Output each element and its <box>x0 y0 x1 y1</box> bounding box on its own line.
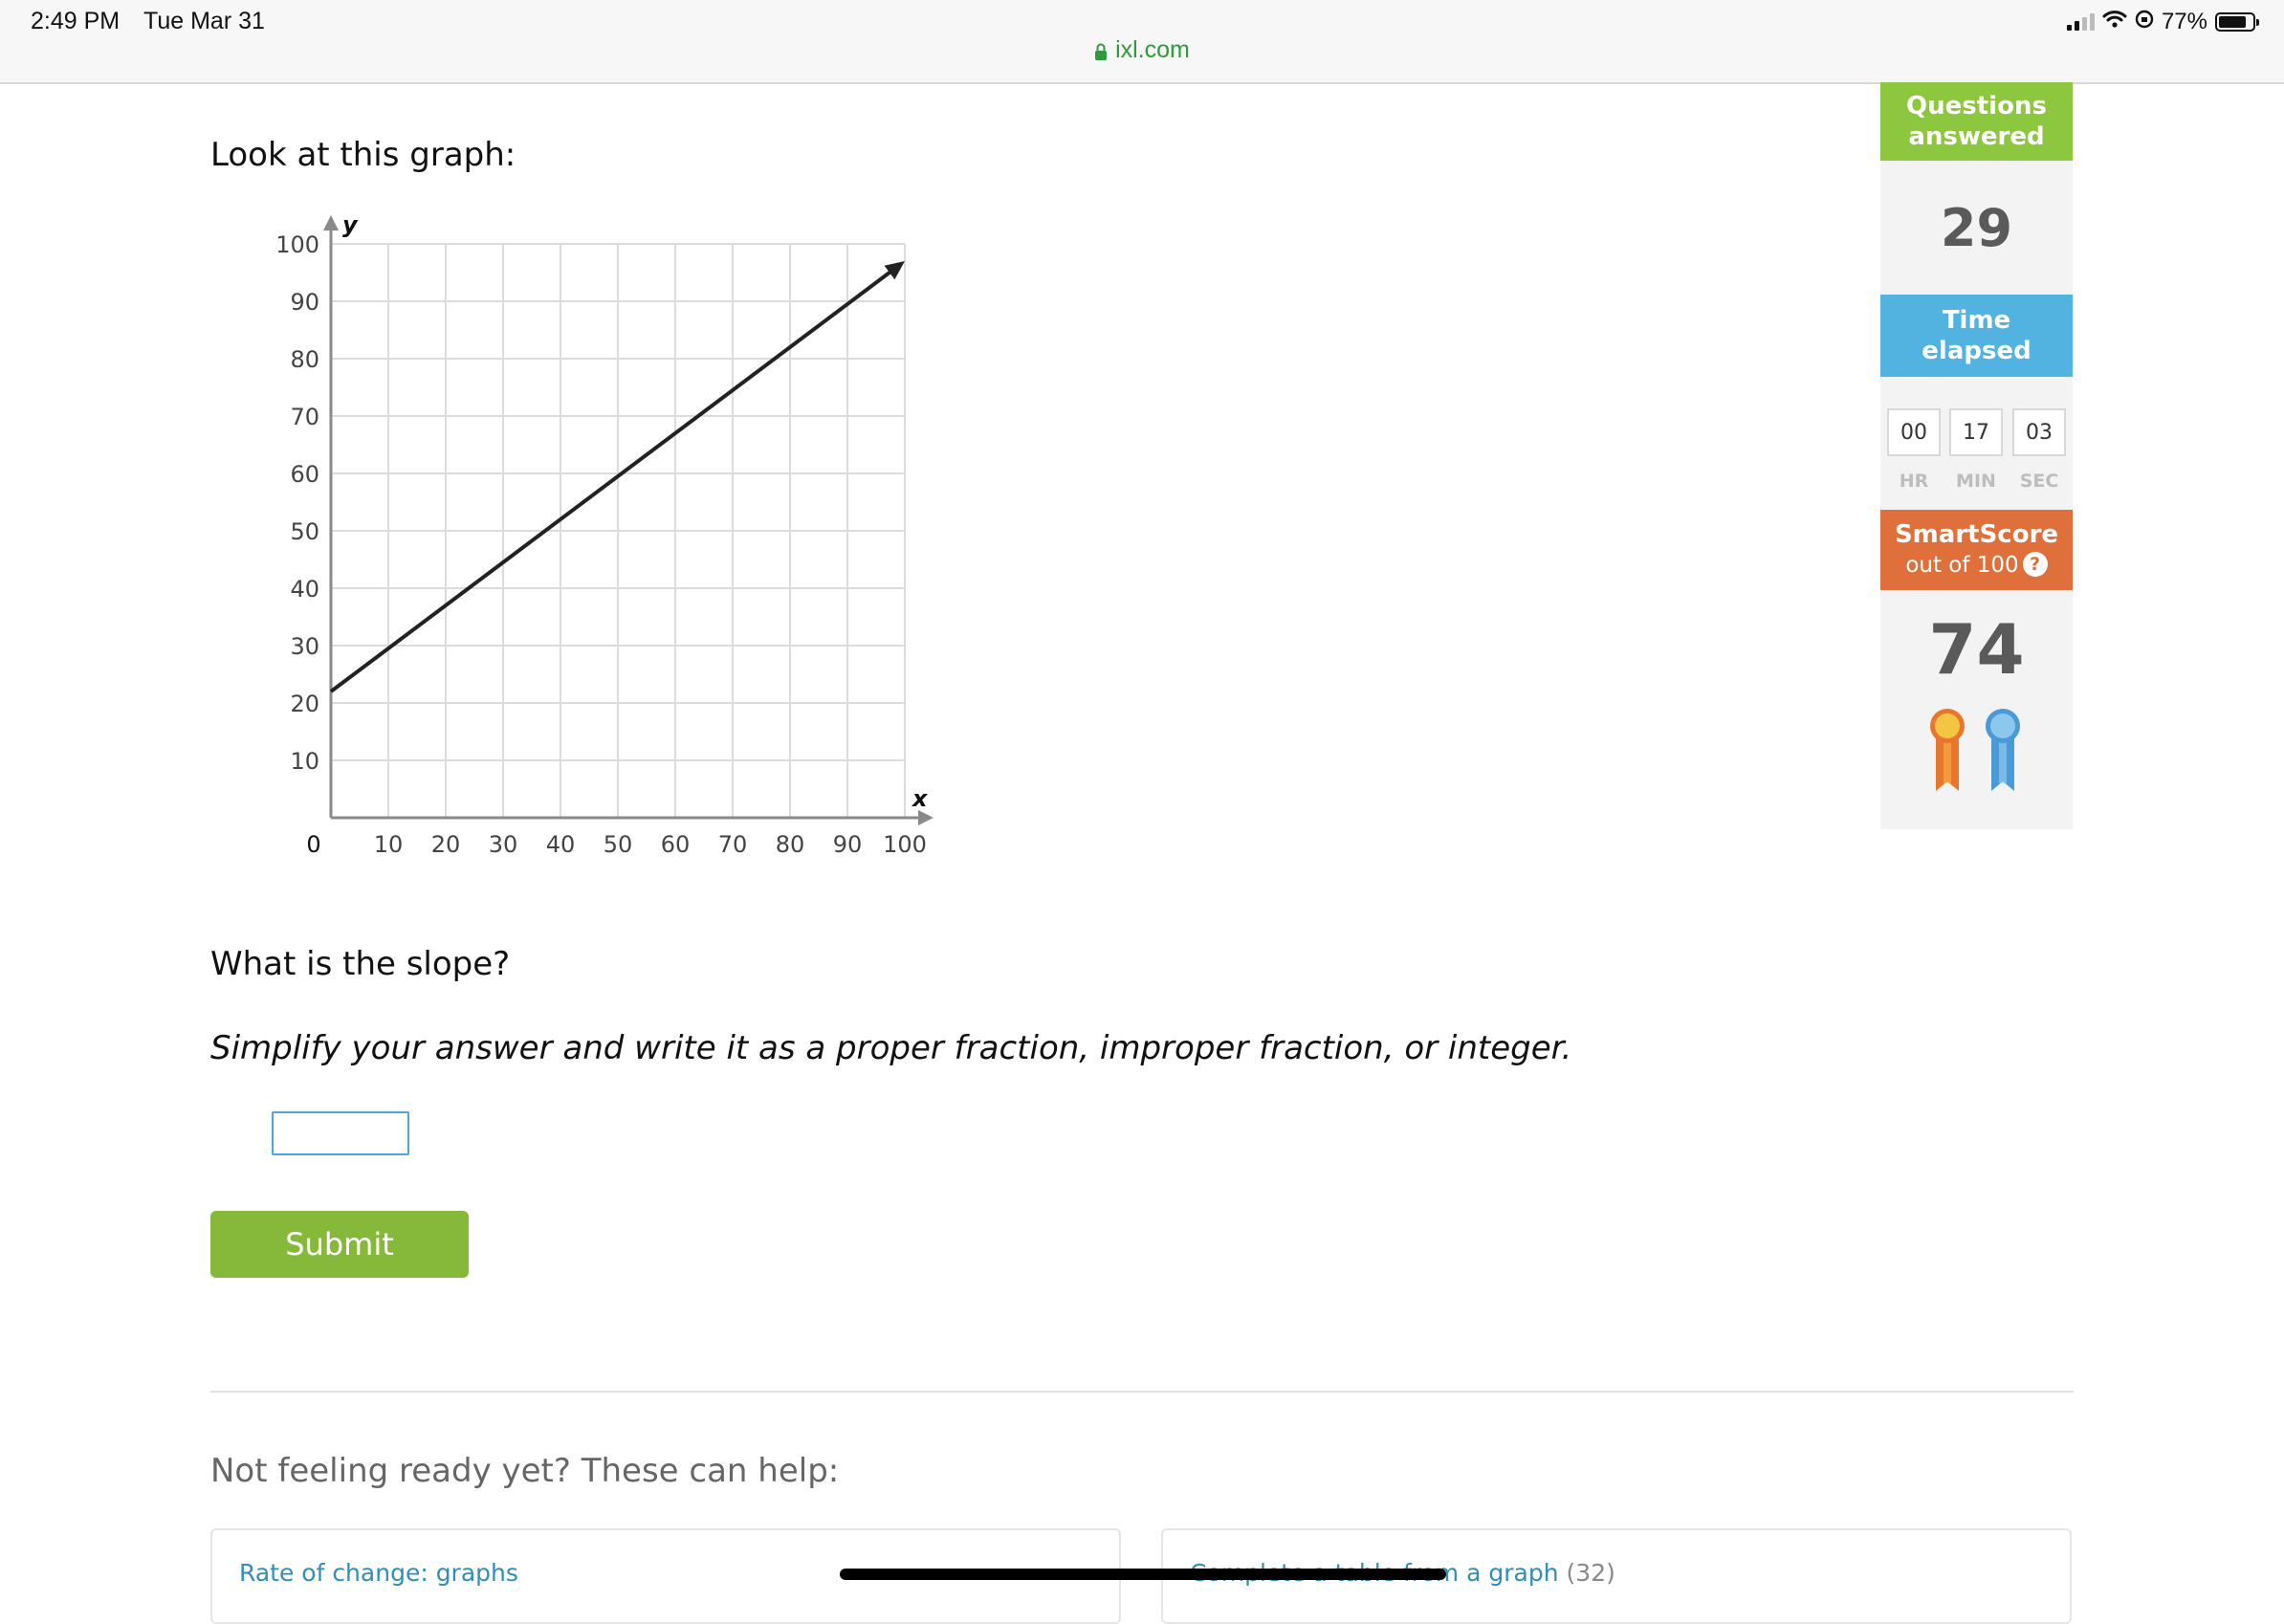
series-arrow-head <box>884 261 905 280</box>
y-tick-label: 90 <box>290 289 319 316</box>
status-indicators: 77% <box>2066 8 2259 36</box>
time-hours: 00 <box>1887 408 1941 456</box>
smartscore-value: 74 <box>1928 609 2025 690</box>
x-tick-label: 80 <box>776 831 805 858</box>
x-tick-label: 40 <box>546 831 576 858</box>
questions-answered-header: Questions answered <box>1880 82 2073 161</box>
line-graph: yx 10 20 30 40 50 60 70 80 90 1001020304050607080… <box>275 211 933 858</box>
time-elapsed-header: Time elapsed <box>1880 295 2073 377</box>
questions-answered-label-line2: answered <box>1908 122 2045 151</box>
y-tick-label: 20 <box>290 691 319 717</box>
wifi-icon <box>2102 9 2127 35</box>
time-elapsed-label-line1: Time <box>1942 306 2011 335</box>
y-tick-label: 80 <box>290 346 319 373</box>
y-tick-label: 100 <box>275 231 319 258</box>
battery-percent: 77% <box>2161 9 2207 34</box>
x-tick-label: 90 <box>833 831 863 858</box>
x-tick-label: 70 <box>718 831 748 858</box>
questions-answered-value: 29 <box>1880 161 2073 295</box>
y-axis-label: y <box>342 211 359 238</box>
orange-ribbon-icon <box>1930 709 1965 791</box>
home-indicator <box>840 1569 1446 1580</box>
answer-instruction: Simplify your answer and write it as a p… <box>210 1029 1572 1067</box>
time-minutes: 17 <box>1949 408 2003 456</box>
time-unit-min: MIN <box>1956 471 1996 492</box>
smartscore-header: SmartScore out of 100? <box>1880 510 2073 590</box>
lock-icon <box>1094 39 1108 67</box>
x-tick-label: 10 <box>374 831 404 858</box>
question-text: What is the slope? <box>210 945 511 983</box>
section-divider <box>210 1391 2074 1393</box>
x-tick-label: 50 <box>604 831 633 858</box>
x-tick-label: 20 <box>431 831 461 858</box>
smartscore-sublabel: out of 100 <box>1905 553 2019 578</box>
x-axis-label: x <box>911 785 929 812</box>
x-tick-label: 100 <box>883 831 927 858</box>
cellular-signal-icon <box>2066 13 2095 31</box>
x-tick-label: 60 <box>661 831 691 858</box>
status-time: 2:49 PM <box>31 8 121 34</box>
blue-ribbon-icon <box>1986 709 2020 791</box>
x-axis-arrow <box>918 810 933 825</box>
progress-sidebar: Questions answered 29 Time elapsed 00 17… <box>1880 82 2073 829</box>
y-tick-label: 60 <box>290 461 319 488</box>
tick-labels: 10 20 30 40 50 60 70 80 90 100 10 20 30 40 50 60 70 80 90 1… <box>275 231 927 858</box>
grid <box>331 243 906 818</box>
orientation-lock-icon <box>2135 9 2154 35</box>
axes: yx <box>323 211 933 825</box>
time-seconds: 03 <box>2012 408 2066 456</box>
questions-answered-label-line1: Questions <box>1906 92 2047 121</box>
help-icon[interactable]: ? <box>2022 552 2048 577</box>
y-tick-label: 10 <box>290 748 319 775</box>
status-date: Tue Mar 31 <box>143 8 265 34</box>
time-unit-hr: HR <box>1899 471 1929 492</box>
y-axis-arrow <box>323 215 339 230</box>
smartscore-body: 74 <box>1880 590 2073 829</box>
origin-label: 0 <box>306 831 320 858</box>
smartscore-label: SmartScore <box>1894 520 2059 549</box>
help-link-count: (32) <box>1566 1559 1615 1587</box>
submit-button[interactable]: Submit <box>210 1211 469 1278</box>
battery-icon <box>2215 12 2259 32</box>
answer-input[interactable] <box>272 1111 409 1155</box>
time-elapsed-label-line2: elapsed <box>1922 337 2031 365</box>
time-elapsed-body: 00 17 03 HR MIN SEC <box>1880 377 2073 510</box>
time-unit-sec: SEC <box>2019 471 2059 492</box>
y-tick-label: 30 <box>290 633 319 660</box>
help-link-title: Rate of change: graphs <box>239 1559 518 1587</box>
y-tick-label: 40 <box>290 576 319 603</box>
url-text: ixl.com <box>1115 36 1190 63</box>
question-prompt: Look at this graph: <box>210 136 516 174</box>
address-bar[interactable]: ixl.com <box>0 36 2284 67</box>
y-tick-label: 50 <box>290 518 319 545</box>
help-link[interactable]: Rate of change: graphs <box>239 1559 518 1587</box>
series-line <box>329 267 895 693</box>
x-tick-label: 30 <box>489 831 518 858</box>
help-heading: Not feeling ready yet? These can help: <box>210 1452 840 1490</box>
browser-top-bar: 2:49 PM Tue Mar 31 ixl.com 77% <box>0 0 2284 84</box>
y-tick-label: 70 <box>290 404 319 430</box>
